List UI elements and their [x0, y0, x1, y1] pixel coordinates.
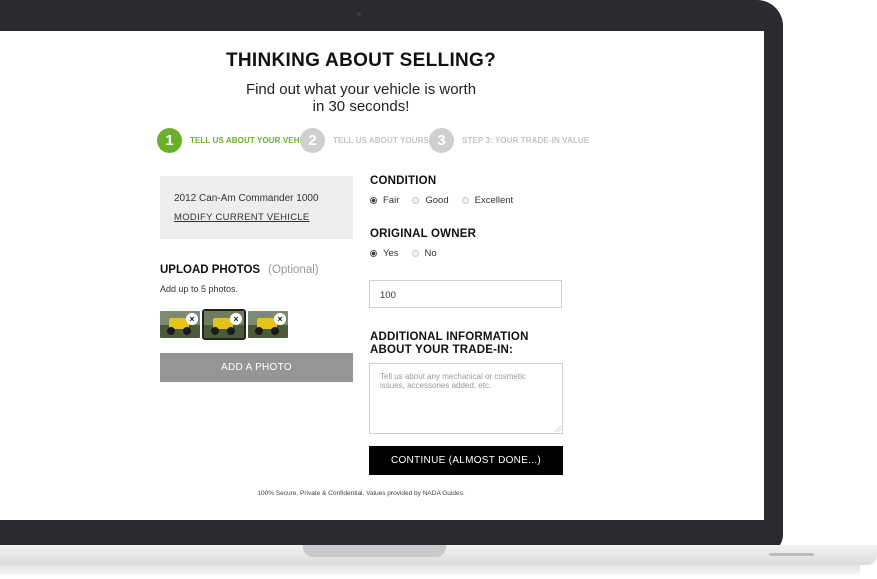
photo-thumbnail[interactable]: × [248, 311, 288, 338]
radio-icon[interactable] [461, 197, 469, 204]
close-circle-icon[interactable]: × [186, 313, 198, 325]
subtitle-line-2: in 30 seconds! [312, 98, 410, 115]
upload-photos-title: UPLOAD PHOTOS [160, 264, 261, 276]
textarea-placeholder: Tell us about any mechanical or cosmetic… [380, 372, 526, 390]
close-circle-icon[interactable]: × [230, 313, 242, 325]
condition-options: Fair Good Excellent [370, 195, 526, 206]
condition-label: CONDITION [370, 175, 437, 187]
step-3-label: STEP 3: YOUR TRADE-IN VALUE [462, 136, 590, 145]
radio-icon[interactable] [412, 197, 420, 204]
close-circle-icon[interactable]: × [274, 313, 286, 325]
owner-option-no[interactable]: No [411, 248, 437, 259]
resize-grip-icon[interactable] [555, 426, 561, 432]
additional-info-textarea[interactable]: Tell us about any mechanical or cosmetic… [369, 363, 563, 434]
photo-thumbnail-selected[interactable]: × [202, 309, 246, 340]
subtitle-line-1: Find out what your vehicle is worth [245, 81, 477, 98]
continue-button[interactable]: CONTINUE (ALMOST DONE...) [369, 446, 563, 475]
step-1-number: 1 [157, 128, 182, 153]
page-subtitle: Find out what your vehicle is worth in 3… [0, 81, 722, 115]
vehicle-name: 2012 Can-Am Commander 1000 [174, 193, 319, 204]
radio-selected-icon[interactable] [370, 250, 377, 257]
condition-option-excellent[interactable]: Excellent [461, 195, 513, 206]
radio-selected-icon[interactable] [370, 197, 377, 204]
mileage-input[interactable]: 100 [369, 280, 562, 308]
modify-vehicle-link[interactable]: MODIFY CURRENT VEHICLE [174, 212, 310, 223]
original-owner-label: ORIGINAL OWNER [370, 228, 477, 240]
footer-disclaimer: 100% Secure, Private & Confidential. Val… [257, 490, 465, 497]
upload-optional-label: (Optional) [268, 264, 319, 276]
photo-thumbnail[interactable]: × [160, 311, 200, 338]
webcam-icon [357, 12, 361, 16]
additional-info-label: ADDITIONAL INFORMATION ABOUT YOUR TRADE-… [370, 331, 529, 356]
current-vehicle-box: 2012 Can-Am Commander 1000 MODIFY CURREN… [160, 176, 353, 239]
upload-photos-heading: UPLOAD PHOTOS (Optional) [160, 264, 319, 276]
original-owner-options: Yes No [370, 248, 450, 259]
step-2-label: TELL US ABOUT YOURSELF [333, 136, 445, 145]
screen: THINKING ABOUT SELLING? Find out what yo… [0, 31, 764, 520]
step-2[interactable]: 2 TELL US ABOUT YOURSELF [300, 128, 444, 153]
step-3[interactable]: 3 STEP 3: YOUR TRADE-IN VALUE [429, 128, 589, 153]
page-title: THINKING ABOUT SELLING? [225, 50, 497, 71]
laptop-notch [303, 545, 446, 557]
step-3-number: 3 [429, 128, 454, 153]
owner-option-yes[interactable]: Yes [370, 248, 399, 259]
step-1-label: TELL US ABOUT YOUR VEHICLE [190, 136, 319, 145]
step-1[interactable]: 1 TELL US ABOUT YOUR VEHICLE [157, 128, 318, 153]
step-2-number: 2 [300, 128, 325, 153]
radio-icon[interactable] [411, 250, 419, 257]
condition-option-fair[interactable]: Fair [370, 195, 399, 206]
laptop-base-shadow [0, 565, 860, 575]
condition-option-good[interactable]: Good [412, 195, 449, 206]
add-photo-button[interactable]: ADD A PHOTO [160, 353, 353, 382]
upload-hint: Add up to 5 photos. [160, 284, 239, 294]
laptop-base-slot [769, 553, 814, 556]
